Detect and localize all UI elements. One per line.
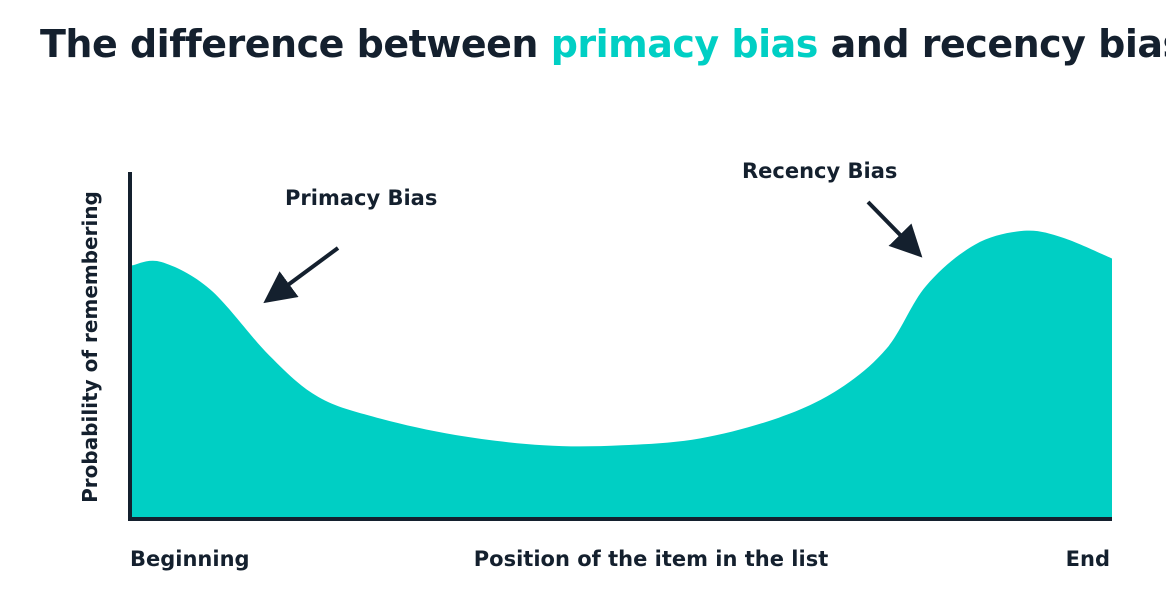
x-axis-label: Position of the item in the list xyxy=(474,547,828,571)
x-tick-label-beginning: Beginning xyxy=(130,547,250,571)
annotation-recency-bias: Recency Bias xyxy=(742,159,897,183)
y-axis-label: Probability of remembering xyxy=(78,191,102,503)
annotation-primacy-bias: Primacy Bias xyxy=(285,186,437,210)
x-tick-label-end: End xyxy=(1066,547,1110,571)
chart-canvas: Probability of remembering Beginning Pos… xyxy=(78,159,1112,571)
series-area xyxy=(132,230,1112,518)
primacy-arrow-icon xyxy=(263,246,340,304)
recency-arrow-icon xyxy=(866,200,923,258)
